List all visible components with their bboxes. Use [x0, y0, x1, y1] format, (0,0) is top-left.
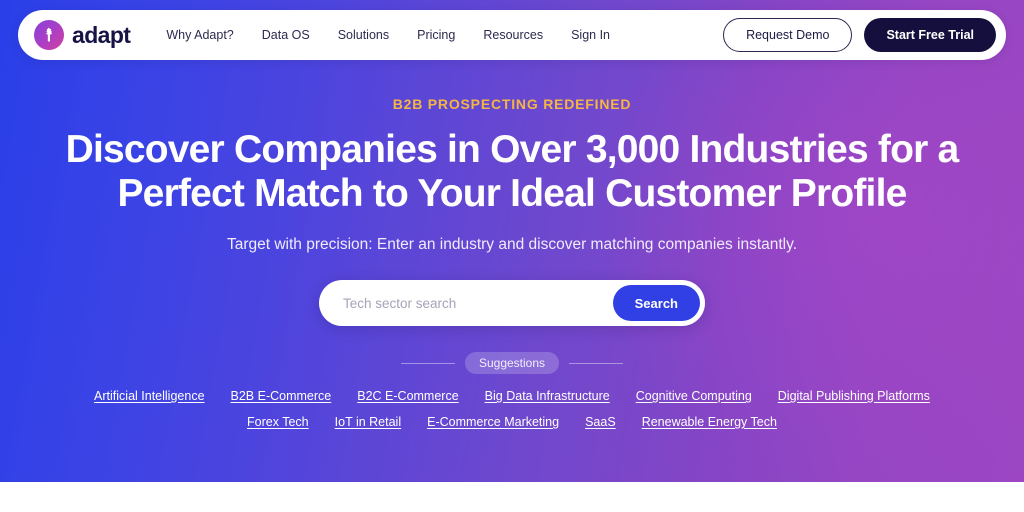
suggestion-link[interactable]: Big Data Infrastructure: [485, 389, 610, 403]
search-button[interactable]: Search: [612, 285, 700, 321]
nav-item-solutions[interactable]: Solutions: [324, 22, 403, 48]
tree-starburst-icon: [34, 20, 64, 50]
page-title: Discover Companies in Over 3,000 Industr…: [0, 128, 1024, 216]
search-section: Search: [0, 280, 1024, 326]
navbar: adapt Why Adapt? Data OS Solutions Prici…: [18, 10, 1006, 60]
nav-item-why-adapt[interactable]: Why Adapt?: [152, 22, 247, 48]
hero-content: B2B PROSPECTING REDEFINED Discover Compa…: [0, 0, 1024, 441]
start-free-trial-button[interactable]: Start Free Trial: [864, 18, 996, 52]
divider-rule-right: [569, 362, 624, 364]
headline-line-2: Perfect Match to Your Ideal Customer Pro…: [117, 172, 907, 215]
suggestion-link[interactable]: B2B E-Commerce: [231, 389, 332, 403]
hero-eyebrow: B2B PROSPECTING REDEFINED: [392, 96, 632, 112]
suggestion-link[interactable]: Artificial Intelligence: [94, 389, 204, 403]
suggestion-link[interactable]: SaaS: [585, 415, 616, 429]
nav-item-pricing[interactable]: Pricing: [403, 22, 469, 48]
suggestion-link[interactable]: IoT in Retail: [335, 415, 401, 429]
suggestion-row-2: Forex Tech IoT in Retail E-Commerce Mark…: [0, 415, 1024, 429]
search-input[interactable]: [319, 295, 613, 311]
brand-name: adapt: [72, 21, 131, 48]
headline-line-1: Discover Companies in Over 3,000 Industr…: [65, 128, 960, 171]
brand-logo[interactable]: adapt: [34, 20, 131, 50]
nav-item-data-os[interactable]: Data OS: [248, 22, 324, 48]
suggestion-links: Artificial Intelligence B2B E-Commerce B…: [0, 389, 1024, 429]
nav-item-sign-in[interactable]: Sign In: [557, 22, 624, 48]
hero-section: B2B PROSPECTING REDEFINED Discover Compa…: [0, 0, 1024, 482]
suggestion-link[interactable]: Forex Tech: [247, 415, 309, 429]
suggestion-link[interactable]: E-Commerce Marketing: [427, 415, 559, 429]
suggestions-label: Suggestions: [464, 352, 560, 374]
search-bar[interactable]: Search: [319, 280, 705, 326]
page-root: B2B PROSPECTING REDEFINED Discover Compa…: [0, 0, 1024, 512]
nav-item-resources[interactable]: Resources: [469, 22, 557, 48]
suggestion-link[interactable]: Cognitive Computing: [636, 389, 752, 403]
divider-rule-left: [400, 362, 455, 364]
suggestion-link[interactable]: B2C E-Commerce: [357, 389, 458, 403]
hero-subtitle: Target with precision: Enter an industry…: [226, 236, 798, 253]
suggestion-link[interactable]: Renewable Energy Tech: [642, 415, 777, 429]
nav-actions: Request Demo Start Free Trial: [723, 18, 996, 52]
page-bottom-area: [0, 482, 1024, 512]
nav-links: Why Adapt? Data OS Solutions Pricing Res…: [152, 22, 624, 48]
suggestion-row-1: Artificial Intelligence B2B E-Commerce B…: [0, 389, 1024, 403]
suggestion-link[interactable]: Digital Publishing Platforms: [778, 389, 930, 403]
request-demo-button[interactable]: Request Demo: [723, 18, 853, 52]
suggestions-divider: Suggestions: [0, 352, 1024, 374]
